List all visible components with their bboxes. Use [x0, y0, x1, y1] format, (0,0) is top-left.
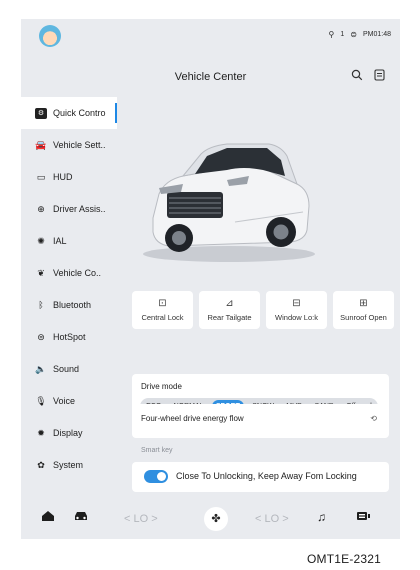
tile-label: Sunroof Open — [340, 312, 387, 322]
quick-controls: ⊡ Central Lock ⊿ Rear Tailgate ⊟ Window … — [132, 291, 394, 329]
central-lock-icon: ⊡ — [158, 297, 167, 309]
central-lock-button[interactable]: ⊡ Central Lock — [132, 291, 193, 329]
tailgate-icon: ⊿ — [225, 297, 234, 309]
sidebar-item-voice[interactable]: 🎙 Voice — [21, 385, 117, 417]
quick-control-icon: ⚙ — [35, 107, 47, 119]
hud-icon: ▭ — [36, 171, 46, 182]
leaf-icon: ❦ — [37, 267, 45, 278]
sunroof-icon: ⊞ — [359, 297, 368, 309]
vehicle-center-screen: ⚲ 1 ⊜ PM01:48 Vehicle Center ⚙ Quick Con… — [21, 19, 400, 539]
left-temperature-control[interactable]: < LO > — [124, 513, 158, 525]
sidebar-item-label: System — [53, 460, 84, 470]
sidebar-item-display[interactable]: ✹ Display — [21, 417, 117, 449]
bluetooth-icon: ᛒ — [38, 300, 44, 310]
page-title: Vehicle Center — [174, 71, 247, 83]
ambient-light-icon: ✺ — [37, 235, 45, 246]
sidebar-item-label: Vehicle Co.. — [53, 268, 102, 278]
tile-label: Window Lo:k — [275, 312, 318, 322]
signal-icon: ⚲ — [328, 30, 335, 39]
window-lock-icon: ⊟ — [292, 297, 301, 309]
smart-key-label: Close To Unlocking, Keep Away Fom Lockin… — [176, 471, 357, 481]
drive-mode-title: Drive mode — [141, 382, 182, 391]
status-time: PM01:48 — [362, 31, 391, 38]
microphone-icon: 🎙 — [35, 395, 47, 406]
rear-tailgate-button[interactable]: ⊿ Rear Tailgate — [199, 291, 260, 329]
search-icon[interactable] — [351, 69, 363, 84]
status-indicators: ⚲ 1 ⊜ PM01:48 — [329, 30, 392, 39]
sidebar-item-vehicle-settings[interactable]: 🚘 Vehicle Sett.. — [21, 129, 117, 161]
sidebar-item-ial[interactable]: ✺ IAL — [21, 225, 117, 257]
sidebar-item-system[interactable]: ✿ System — [21, 449, 117, 481]
signal-count: 1 — [340, 31, 345, 38]
sidebar-item-label: Driver Assis.. — [53, 204, 106, 214]
smart-key-card: Close To Unlocking, Keep Away Fom Lockin… — [132, 462, 389, 492]
fan-icon[interactable]: ✤ — [204, 507, 228, 531]
manual-icon[interactable] — [374, 69, 385, 84]
speaker-icon: 🔈 — [35, 363, 47, 374]
sidebar-item-hud[interactable]: ▭ HUD — [21, 161, 117, 193]
smart-key-section-label: Smart key — [141, 447, 173, 454]
sidebar-item-label: IAL — [53, 236, 67, 246]
tile-label: Rear Tailgate — [207, 312, 252, 322]
bottom-dock: < LO > ✤ < LO > ♫ — [21, 501, 400, 539]
sidebar-item-label: Vehicle Sett.. — [53, 140, 106, 150]
car-icon: 🚘 — [35, 139, 47, 150]
music-icon[interactable]: ♫ — [317, 510, 326, 524]
hotspot-icon: ⊜ — [37, 331, 45, 342]
apps-icon[interactable] — [356, 510, 371, 525]
right-temperature-control[interactable]: < LO > — [255, 513, 289, 525]
sunroof-open-button[interactable]: ⊞ Sunroof Open — [333, 291, 394, 329]
sidebar-item-label: HotSpot — [53, 332, 86, 342]
sidebar: ⚙ Quick Contro 🚘 Vehicle Sett.. ▭ HUD ⊕ … — [21, 97, 117, 481]
sidebar-item-label: HUD — [53, 172, 73, 182]
status-bar: ⚲ 1 ⊜ PM01:48 — [21, 19, 400, 59]
sidebar-item-label: Voice — [53, 396, 76, 406]
sidebar-item-label: Bluetooth — [53, 300, 92, 310]
home-icon[interactable] — [41, 510, 55, 525]
car-dock-icon[interactable] — [73, 510, 89, 525]
energy-flow-label: Four-wheel drive energy flow — [141, 414, 244, 423]
refresh-icon: ⟲ — [370, 414, 377, 423]
sidebar-item-label: Quick Contro — [53, 108, 106, 118]
vehicle-image — [131, 114, 321, 274]
sidebar-item-sound[interactable]: 🔈 Sound — [21, 353, 117, 385]
sidebar-item-label: Display — [53, 428, 83, 438]
figure-caption: OMT1E-2321 — [307, 552, 382, 566]
sidebar-item-label: Sound — [53, 364, 80, 374]
sidebar-item-vehicle-control[interactable]: ❦ Vehicle Co.. — [21, 257, 117, 289]
tile-label: Central Lock — [141, 312, 184, 322]
sidebar-item-driver-assist[interactable]: ⊕ Driver Assis.. — [21, 193, 117, 225]
brightness-icon: ✹ — [37, 427, 45, 438]
steering-wheel-icon: ⊕ — [37, 203, 45, 214]
sidebar-item-bluetooth[interactable]: ᛒ Bluetooth — [21, 289, 117, 321]
smart-key-toggle[interactable] — [144, 470, 168, 483]
sidebar-item-quick-control[interactable]: ⚙ Quick Contro — [21, 97, 117, 129]
window-lock-button[interactable]: ⊟ Window Lo:k — [266, 291, 327, 329]
hotspot-status-icon: ⊜ — [350, 30, 357, 39]
user-avatar[interactable] — [39, 25, 61, 47]
energy-flow-row[interactable]: Four-wheel drive energy flow ⟲ — [132, 404, 389, 434]
gear-icon: ✿ — [37, 459, 45, 470]
sidebar-item-hotspot[interactable]: ⊜ HotSpot — [21, 321, 117, 353]
